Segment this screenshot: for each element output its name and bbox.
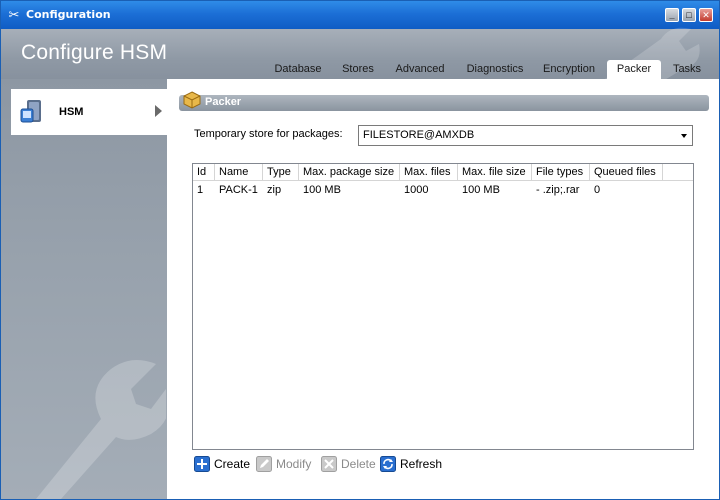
section-header: Packer (179, 91, 709, 111)
wrench-watermark-icon (36, 360, 166, 499)
tab-diagnostics[interactable]: Diagnostics (460, 60, 530, 79)
temporary-store-value: FILESTORE@AMXDB (363, 129, 475, 141)
tools-icon: ✂ (8, 7, 20, 22)
table-header: Id Name Type Max. package size Max. file… (193, 164, 693, 181)
sidebar-item-label: HSM (59, 106, 84, 118)
configuration-window: ✂ Configuration _ □ ✕ Configure HSM Data… (0, 0, 720, 500)
tab-stores[interactable]: Stores (336, 60, 380, 79)
sidebar: HSM (1, 79, 167, 499)
tab-database[interactable]: Database (267, 60, 329, 79)
packers-table[interactable]: Id Name Type Max. package size Max. file… (192, 163, 694, 450)
column-header-queued-files[interactable]: Queued files (590, 164, 663, 181)
refresh-button[interactable]: Refresh (380, 455, 442, 473)
actions-toolbar: Create Modify Delete Refresh (194, 455, 494, 473)
cell-max-package-size: 100 MB (303, 184, 341, 196)
column-header-type[interactable]: Type (263, 164, 299, 181)
delete-icon (321, 456, 337, 472)
chevron-down-icon[interactable] (681, 134, 687, 138)
tab-advanced[interactable]: Advanced (390, 60, 450, 79)
package-icon (183, 91, 201, 109)
packer-panel: Packer Temporary store for packages: FIL… (167, 79, 719, 499)
cell-queued-files: 0 (594, 184, 601, 196)
delete-button[interactable]: Delete (321, 455, 376, 473)
tab-packer[interactable]: Packer (607, 60, 661, 79)
column-header-max-package-size[interactable]: Max. package size (299, 164, 400, 181)
cell-id: 1 (197, 184, 204, 196)
create-label: Create (214, 457, 251, 471)
cell-file-types: - .zip;.rar (536, 184, 580, 196)
chevron-right-icon (155, 105, 162, 117)
tab-tasks[interactable]: Tasks (666, 60, 708, 79)
window-title: Configuration (26, 8, 111, 21)
cell-max-files: 1000 (404, 184, 429, 196)
temporary-store-select[interactable]: FILESTORE@AMXDB (358, 125, 693, 146)
column-header-id[interactable]: Id (193, 164, 215, 181)
temporary-store-label: Temporary store for packages: (194, 128, 343, 140)
sidebar-item-hsm[interactable]: HSM (11, 89, 167, 135)
cell-max-file-size: 100 MB (462, 184, 500, 196)
refresh-icon (380, 456, 396, 472)
server-icon (20, 100, 41, 123)
pencil-icon (256, 456, 272, 472)
cell-type: zip (267, 184, 282, 196)
cell-name: PACK-1 (219, 184, 258, 196)
table-row[interactable]: 1 PACK-1 zip 100 MB 1000 100 MB - .zip;.… (193, 182, 693, 199)
page-title: Configure HSM (21, 41, 168, 64)
column-header-max-file-size[interactable]: Max. file size (458, 164, 532, 181)
section-title: Packer (205, 96, 242, 108)
refresh-label: Refresh (400, 457, 443, 471)
plus-icon (194, 456, 210, 472)
column-header-max-files[interactable]: Max. files (400, 164, 458, 181)
delete-label: Delete (341, 457, 376, 471)
column-header-file-types[interactable]: File types (532, 164, 590, 181)
create-button[interactable]: Create (194, 455, 252, 473)
tab-encryption[interactable]: Encryption (537, 60, 601, 79)
column-header-name[interactable]: Name (215, 164, 263, 181)
modify-button[interactable]: Modify (256, 455, 316, 473)
modify-label: Modify (276, 457, 312, 471)
